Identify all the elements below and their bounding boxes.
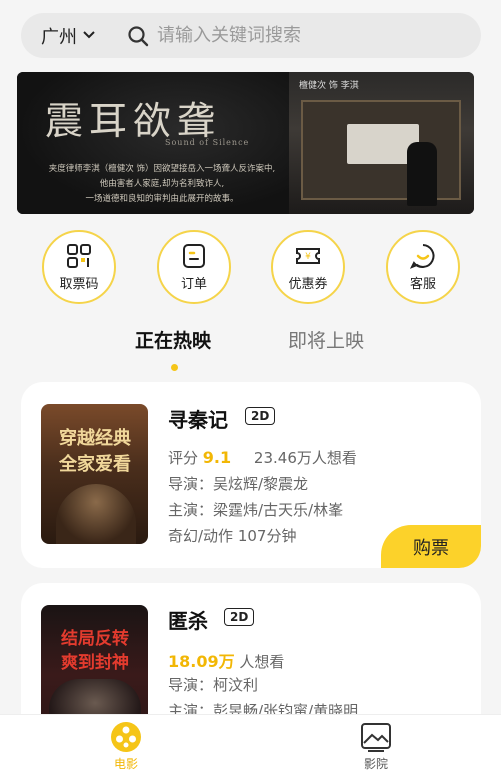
search-icon [128, 25, 149, 46]
poster-text-line: 结局反转 [61, 629, 129, 649]
promo-banner[interactable]: 震耳欲聋 Sound of Silence 夹度律师李淇（檀健次 饰）因欲望接岳… [17, 72, 474, 214]
city-label: 广州 [41, 26, 77, 48]
movie-card[interactable]: 穿越经典 全家爱看 寻秦记 2D 评分 9.1 23.46万人想看 导演：吴炫辉… [21, 382, 481, 568]
coupon-icon: ¥ [296, 248, 320, 264]
customer-service-button[interactable]: 客服 [386, 230, 460, 304]
bottom-nav: 电影 影院 [0, 714, 501, 781]
cinema-screen-icon [361, 723, 391, 752]
format-badge: 2D [224, 608, 255, 626]
nav-movies-label: 电影 [113, 757, 138, 771]
poster-text-line: 全家爱看 [59, 454, 131, 475]
order-label: 订单 [180, 277, 207, 292]
poster-figures [56, 484, 136, 544]
banner-line: 他由害者人家庭,却为名利致诈人, [99, 179, 225, 189]
banner-subtitle-en: Sound of Silence [165, 138, 250, 147]
score-value: 9.1 [202, 448, 232, 467]
customer-service-icon [409, 244, 435, 269]
order-icon [183, 244, 205, 268]
movie-genre-duration: 奇幻/动作 107分钟 [168, 527, 297, 545]
active-tab-indicator [171, 364, 178, 371]
banner-still-image: 檀健次 饰 李淇 [289, 72, 474, 214]
city-selector[interactable]: 广州 [21, 23, 121, 49]
banner-line: 一场道德和良知的审判由此展开的故事。 [85, 194, 239, 204]
tab-coming-soon[interactable]: 即将上映 [288, 326, 364, 353]
banner-poster-left: 震耳欲聋 Sound of Silence 夹度律师李淇（檀健次 饰）因欲望接岳… [17, 72, 289, 214]
movie-poster[interactable]: 穿越经典 全家爱看 [41, 404, 148, 544]
ticket-code-icon [67, 244, 91, 268]
search-bar: 广州 [21, 13, 481, 58]
score-label: 评分 [168, 449, 199, 467]
banner-title: 震耳欲聋 [45, 99, 222, 143]
tab-now-showing[interactable]: 正在热映 [135, 326, 211, 353]
banner-credits: 檀健次 饰 李淇 [299, 81, 359, 91]
coupon-label: 优惠券 [288, 277, 328, 292]
movie-rating-row: 评分 9.1 23.46万人想看 [168, 447, 357, 468]
banner-line: 夹度律师李淇（檀健次 饰）因欲望接岳入一场聋人反诈案中, [48, 164, 276, 174]
want-count-value: 18.09万 [168, 652, 235, 671]
want-count: 23.46万人想看 [253, 449, 357, 467]
nav-cinemas-label: 影院 [363, 757, 388, 771]
movie-title[interactable]: 匿杀 [168, 605, 208, 634]
ticket-code-button[interactable]: 取票码 [42, 230, 116, 304]
want-count-suffix: 人想看 [239, 653, 285, 671]
coupon-button[interactable]: ¥ 优惠券 [271, 230, 345, 304]
ticket-code-label: 取票码 [59, 277, 99, 292]
movie-title[interactable]: 寻秦记 [168, 404, 228, 433]
customer-service-label: 客服 [409, 277, 436, 292]
poster-text-line: 爽到封神 [61, 653, 129, 673]
poster-tagline: 结局反转 爽到封神 [45, 627, 145, 675]
banner-synopsis: 夹度律师李淇（檀健次 饰）因欲望接岳入一场聋人反诈案中, 他由害者人家庭,却为名… [47, 162, 277, 207]
poster-tagline: 穿越经典 全家爱看 [45, 426, 145, 478]
movie-cast: 主演：梁霆炜/古天乐/林峯 [168, 501, 344, 519]
banner-person-silhouette [407, 142, 437, 206]
movie-want-row: 18.09万 人想看 [168, 648, 284, 672]
buy-ticket-button[interactable]: 购票 [381, 525, 481, 568]
nav-movies[interactable]: 电影 [86, 721, 166, 772]
svg-text:¥: ¥ [305, 252, 311, 262]
format-badge: 2D [245, 407, 276, 425]
chevron-down-icon [83, 28, 95, 42]
order-button[interactable]: 订单 [157, 230, 231, 304]
movie-director: 导演：吴炫辉/黎震龙 [168, 475, 309, 493]
poster-text-line: 穿越经典 [59, 428, 131, 449]
search-input[interactable] [157, 25, 457, 46]
nav-cinemas[interactable]: 影院 [336, 721, 416, 772]
movie-director: 导演：柯汶利 [168, 676, 259, 694]
quick-actions: 取票码 订单 ¥ 优惠券 客服 [0, 230, 501, 306]
film-reel-icon [111, 722, 141, 752]
